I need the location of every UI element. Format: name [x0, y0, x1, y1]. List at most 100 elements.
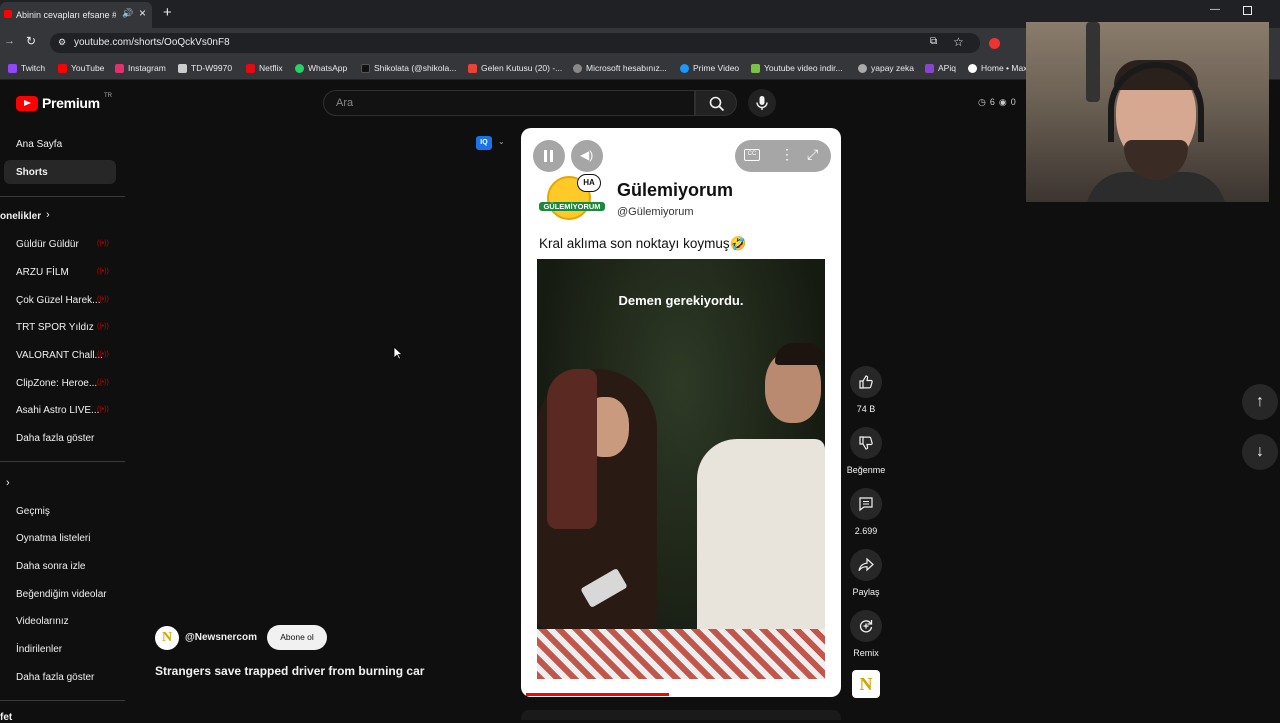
- chevron-down-icon[interactable]: ⌄: [498, 137, 505, 146]
- globe-icon: [573, 63, 582, 73]
- bookmark-item[interactable]: yapay zeka: [858, 63, 914, 73]
- thumbs-down-icon: [859, 436, 873, 450]
- share-action[interactable]: Paylaş: [846, 549, 886, 597]
- bookmark-item[interactable]: Instagram: [115, 63, 166, 73]
- sidebar-show-more[interactable]: Daha fazla göster: [16, 433, 94, 444]
- remix-button[interactable]: [850, 610, 882, 642]
- eye-icon: ◉: [998, 97, 1007, 107]
- arrow-up-icon: ↑: [1256, 393, 1264, 410]
- minimize-icon[interactable]: —: [1210, 4, 1220, 15]
- header-stats: ◷ 6 ◉ 0: [978, 97, 1016, 108]
- youtube-logo-icon: [16, 95, 38, 111]
- sidebar-sub-item[interactable]: TRT SPOR Yıldız: [16, 322, 94, 333]
- subscribe-button[interactable]: Abone ol: [267, 625, 327, 650]
- newsner-avatar[interactable]: N: [155, 626, 179, 650]
- fullscreen-icon[interactable]: ⤢: [807, 146, 818, 163]
- sidebar-item-your-videos[interactable]: Videolarınız: [16, 616, 69, 627]
- search-input[interactable]: Ara: [323, 90, 695, 116]
- router-icon: [178, 63, 187, 73]
- dislike-action[interactable]: Beğenme: [846, 427, 886, 475]
- like-button[interactable]: [850, 366, 882, 398]
- comment-icon: [859, 497, 873, 512]
- comments-action[interactable]: 2.699: [846, 488, 886, 536]
- channel-icon-button[interactable]: N: [852, 670, 880, 698]
- max-icon: [968, 63, 977, 73]
- headscarf: [547, 369, 597, 529]
- sidebar-show-more[interactable]: Daha fazla göster: [16, 672, 94, 683]
- video-progress-bar[interactable]: [526, 693, 669, 696]
- bookmark-item[interactable]: Home • Max: [968, 63, 1027, 73]
- bookmark-item[interactable]: Twitch: [8, 63, 45, 73]
- back-icon[interactable]: →: [4, 35, 15, 47]
- chevron-right-icon[interactable]: ›: [6, 477, 10, 489]
- new-tab-icon[interactable]: +: [163, 4, 172, 21]
- sidebar-item-watch-later[interactable]: Daha sonra izle: [16, 561, 85, 572]
- remix-icon: [859, 620, 873, 633]
- channel-handle: @Gülemiyorum: [617, 206, 694, 218]
- bookmark-item[interactable]: YouTube: [58, 63, 104, 73]
- remix-action[interactable]: Remix: [846, 610, 886, 658]
- video-frame[interactable]: Demen gerekiyordu.: [537, 259, 825, 679]
- sidebar-sub-item[interactable]: VALORANT Chall...: [16, 350, 103, 361]
- voice-search-button[interactable]: [748, 89, 776, 117]
- sidebar-sub-item[interactable]: Asahi Astro LIVE...: [16, 405, 99, 416]
- channel-avatar[interactable]: HA GÜLEMİYORUM: [539, 168, 605, 228]
- sidebar-sub-item[interactable]: ARZU FİLM: [16, 267, 69, 278]
- sidebar-sub-item[interactable]: Güldür Güldür: [16, 239, 79, 250]
- bookmark-item[interactable]: Gelen Kutusu (20) -...: [468, 63, 562, 73]
- post-text: Kral aklıma son noktayı koymuş🤣: [539, 236, 747, 251]
- site-info-icon[interactable]: ⚙: [58, 37, 66, 48]
- youtube-icon: [58, 63, 67, 73]
- region-code: TR: [104, 93, 112, 99]
- browser-tab[interactable]: Abinin cevapları efsane #kc 🔊 ×: [0, 2, 152, 28]
- reload-icon[interactable]: ↻: [26, 34, 36, 48]
- bookmark-star-icon[interactable]: ☆: [953, 35, 964, 49]
- sidebar-item-shorts[interactable]: Shorts: [16, 167, 48, 178]
- install-app-icon[interactable]: ⧉: [930, 36, 937, 47]
- bookmark-item[interactable]: TD-W9970: [178, 63, 232, 73]
- search-placeholder: Ara: [336, 97, 354, 109]
- previous-short-button[interactable]: ↑: [1242, 384, 1278, 420]
- sidebar-item-downloads[interactable]: İndirilenler: [16, 644, 62, 655]
- speech-bubble-badge: HA: [577, 174, 601, 192]
- captions-icon[interactable]: CC: [744, 149, 760, 161]
- sidebar-item-home[interactable]: Ana Sayfa: [16, 139, 62, 150]
- restore-icon[interactable]: [1243, 6, 1252, 15]
- bookmark-item[interactable]: Microsoft hesabınız...: [573, 63, 667, 73]
- url-field[interactable]: ⚙ youtube.com/shorts/OoQckVs0nF8 ⧉ ☆: [50, 33, 980, 53]
- sidebar-sub-item[interactable]: ClipZone: Heroe...: [16, 378, 97, 389]
- bookmark-item[interactable]: Youtube video indir...: [751, 63, 843, 73]
- divider: [0, 700, 125, 701]
- bookmark-item[interactable]: Shikolata (@shikola...: [361, 63, 456, 73]
- sidebar-sub-item[interactable]: Çok Güzel Harek...: [16, 295, 100, 306]
- iq-extension-button[interactable]: IQ: [476, 136, 492, 150]
- next-video-title[interactable]: Strangers save trapped driver from burni…: [155, 664, 424, 678]
- speaker-icon[interactable]: 🔊: [122, 8, 133, 19]
- extension-icon[interactable]: [989, 38, 1000, 49]
- globe-icon: [858, 63, 867, 73]
- bookmark-item[interactable]: APiq: [925, 63, 956, 73]
- next-short-button[interactable]: ↓: [1242, 434, 1278, 470]
- dislike-button[interactable]: [850, 427, 882, 459]
- short-player[interactable]: ◀) CC ⋮ ⤢ HA GÜLEMİYORUM Gülemiyorum @Gü…: [521, 128, 841, 697]
- bookmark-item[interactable]: Prime Video: [680, 63, 739, 73]
- youtube-premium-logo[interactable]: Premium TR: [16, 93, 112, 111]
- like-action[interactable]: 74 B: [846, 366, 886, 414]
- logo-text: Premium: [42, 95, 100, 111]
- sidebar-item-liked-videos[interactable]: Beğendiğim videolar: [16, 589, 107, 600]
- next-channel-name[interactable]: @Newsnercom: [185, 632, 257, 643]
- apiq-icon: [925, 63, 934, 73]
- search-button[interactable]: [695, 90, 737, 116]
- subscriptions-header[interactable]: onelikler: [0, 211, 41, 222]
- close-tab-icon[interactable]: ×: [139, 6, 146, 20]
- bookmark-item[interactable]: Netflix: [246, 63, 283, 73]
- sidebar-section-header: fet: [0, 712, 13, 723]
- chevron-right-icon[interactable]: ›: [46, 209, 50, 221]
- sidebar-item-history[interactable]: Geçmiş: [16, 506, 50, 517]
- bookmark-item[interactable]: WhatsApp: [295, 63, 347, 73]
- sidebar-item-playlists[interactable]: Oynatma listeleri: [16, 533, 90, 544]
- comments-button[interactable]: [850, 488, 882, 520]
- channel-name[interactable]: Gülemiyorum: [617, 180, 733, 201]
- share-button[interactable]: [850, 549, 882, 581]
- more-options-icon[interactable]: ⋮: [780, 146, 794, 163]
